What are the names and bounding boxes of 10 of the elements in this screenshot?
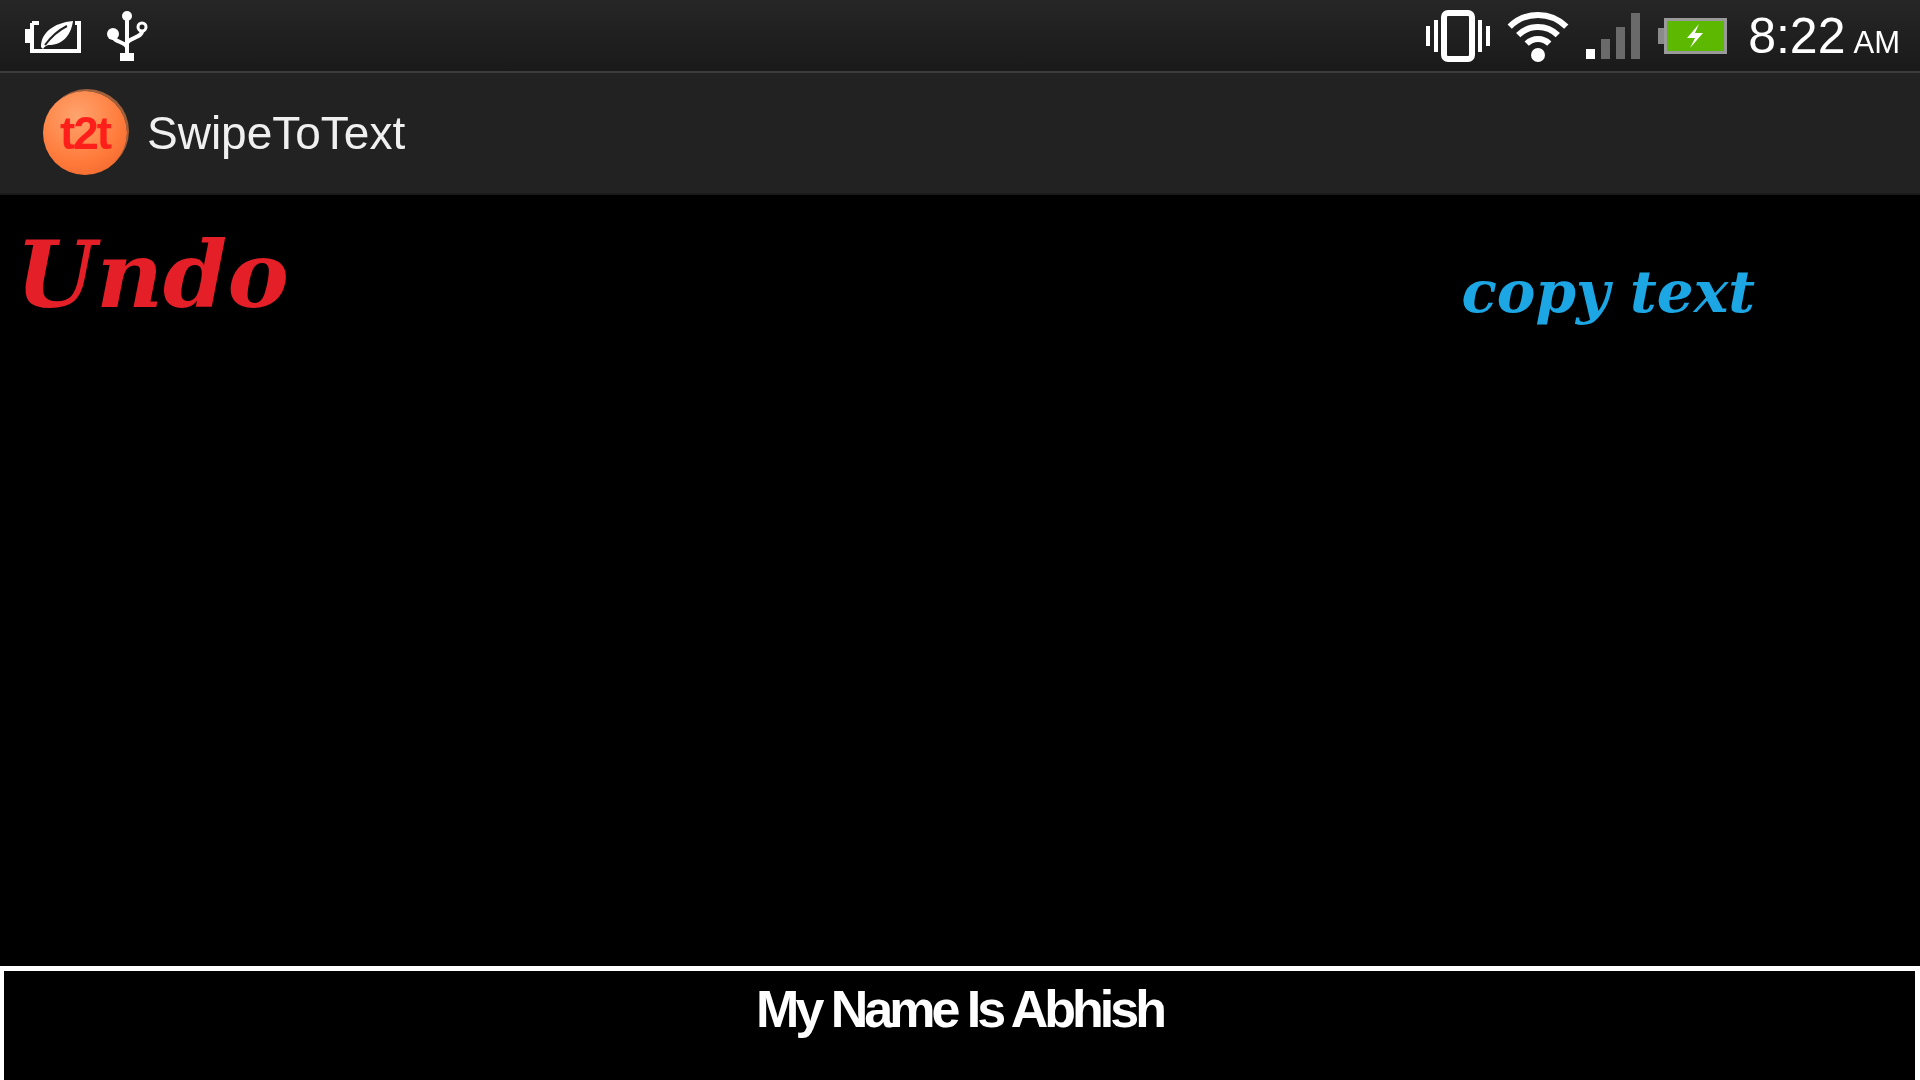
clock-time: 8:22 xyxy=(1748,10,1846,61)
copy-text-button[interactable]: copy text xyxy=(1461,261,1755,325)
battery-charging-icon xyxy=(1658,16,1729,55)
vibrate-icon xyxy=(1426,9,1491,62)
usb-icon xyxy=(105,9,149,62)
signal-icon xyxy=(1586,12,1643,59)
undo-button[interactable]: Undo xyxy=(16,225,289,327)
output-text: My Name Is Abhish xyxy=(756,981,1163,1039)
clock-period: AM xyxy=(1853,26,1900,58)
app-logo: t2t xyxy=(43,91,127,175)
